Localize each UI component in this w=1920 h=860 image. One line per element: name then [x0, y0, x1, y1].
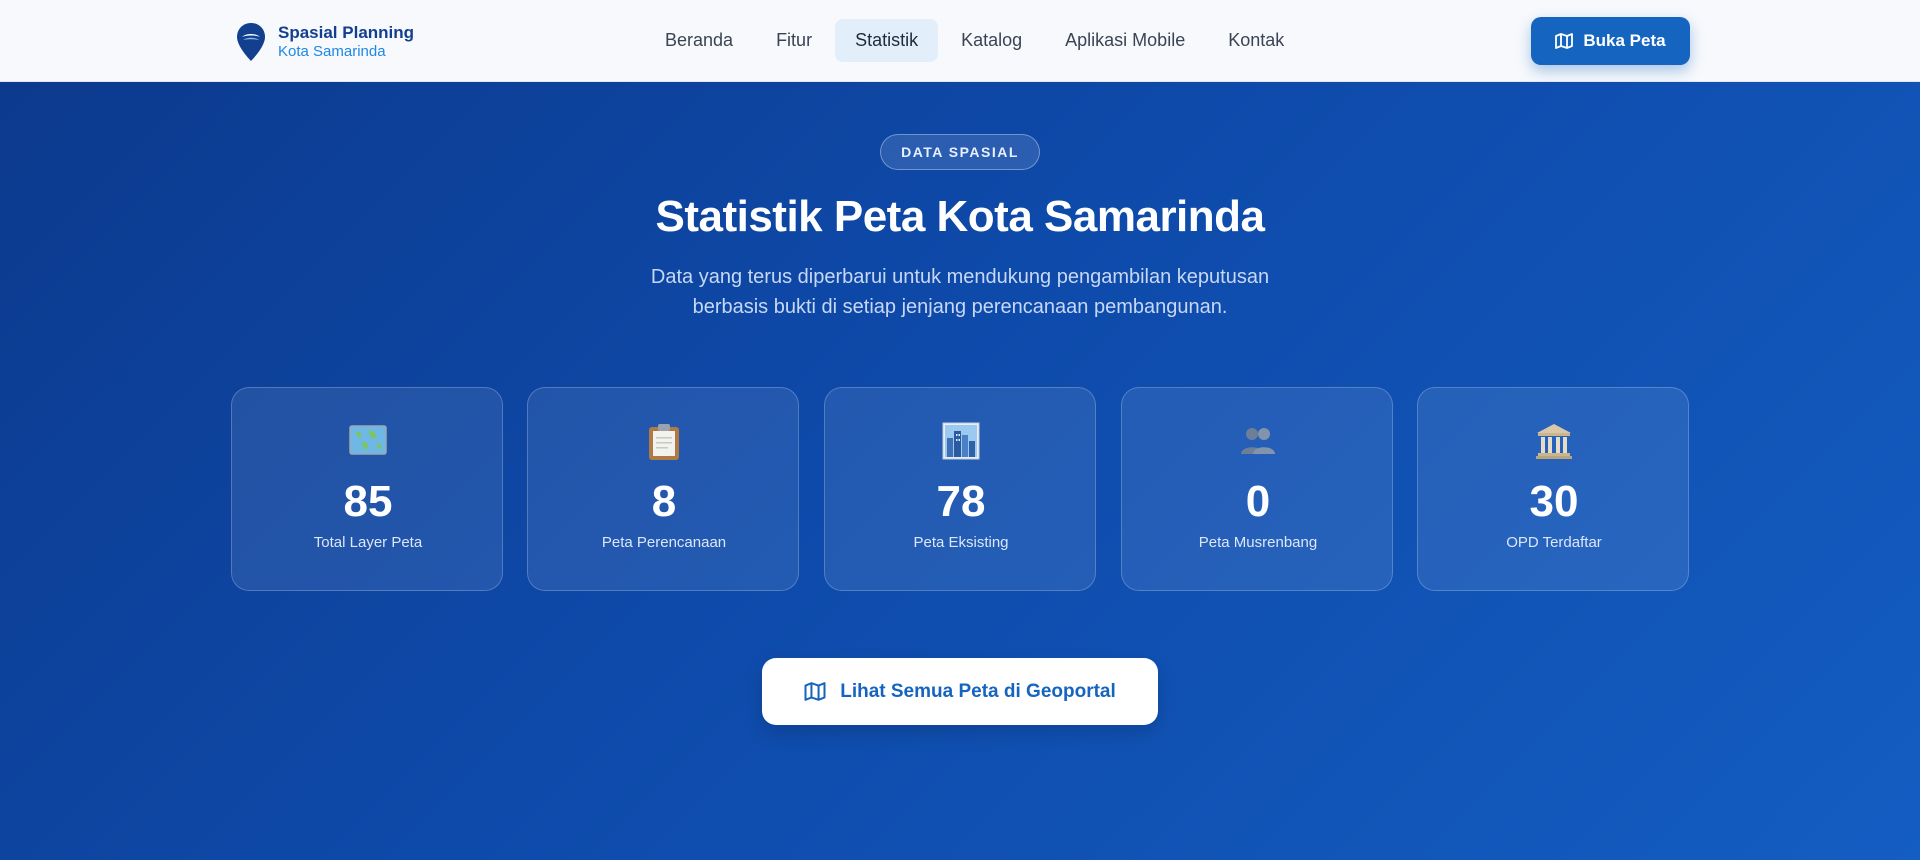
nav-item-beranda[interactable]: Beranda — [645, 19, 753, 62]
geoportal-button-label: Lihat Semua Peta di Geoportal — [840, 680, 1116, 702]
stat-label: Peta Eksisting — [913, 534, 1009, 551]
nav-item-katalog[interactable]: Katalog — [941, 19, 1042, 62]
nav-item-fitur[interactable]: Fitur — [756, 19, 832, 62]
description-line-2: berbasis bukti di setiap jenjang perenca… — [692, 296, 1228, 318]
government-building-icon — [1536, 424, 1572, 459]
world-map-icon — [349, 425, 387, 455]
cityscape-icon — [942, 422, 980, 460]
nav-item-kontak[interactable]: Kontak — [1208, 19, 1304, 62]
stat-label: Peta Perencanaan — [601, 534, 727, 551]
stat-value: 0 — [1245, 477, 1271, 526]
stat-card-peta-musrenbang: 0 Peta Musrenbang — [1121, 387, 1393, 591]
nav-item-statistik[interactable]: Statistik — [835, 19, 939, 62]
map-pin-logo-icon — [237, 23, 265, 61]
statistics-section: DATA SPASIAL Statistik Peta Kota Samarin… — [0, 82, 1920, 860]
stat-value: 30 — [1529, 477, 1579, 526]
map-icon — [1555, 33, 1574, 49]
stat-card-peta-perencanaan: 8 Peta Perencanaan — [527, 387, 799, 591]
top-navbar: Spasial Planning Kota Samarinda Beranda … — [0, 0, 1920, 82]
stat-value: 8 — [651, 477, 677, 526]
stat-value: 85 — [343, 477, 393, 526]
stat-card-opd-terdaftar: 30 OPD Terdaftar — [1417, 387, 1689, 591]
stat-value: 78 — [936, 477, 986, 526]
section-description: Data yang terus diperbarui untuk menduku… — [610, 262, 1310, 322]
main-nav: Beranda Fitur Statistik Katalog Aplikasi… — [645, 19, 1307, 62]
view-all-maps-geoportal-button[interactable]: Lihat Semua Peta di Geoportal — [762, 658, 1158, 725]
description-line-1: Data yang terus diperbarui untuk menduku… — [650, 266, 1270, 288]
stat-label: OPD Terdaftar — [1506, 534, 1602, 551]
nav-item-aplikasi-mobile[interactable]: Aplikasi Mobile — [1045, 19, 1205, 62]
brand-title: Spasial Planning — [278, 23, 415, 42]
section-title: Statistik Peta Kota Samarinda — [655, 192, 1265, 241]
brand-subtitle: Kota Samarinda — [278, 43, 386, 60]
clipboard-icon — [649, 424, 679, 460]
brand-logo[interactable]: Spasial Planning Kota Samarinda — [236, 20, 414, 64]
open-map-button[interactable]: Buka Peta — [1531, 17, 1690, 65]
stat-card-peta-eksisting: 78 Peta Eksisting — [824, 387, 1096, 591]
stat-label: Total Layer Peta — [313, 534, 423, 551]
stat-card-total-layer: 85 Total Layer Peta — [231, 387, 503, 591]
people-icon — [1241, 428, 1275, 454]
stats-grid: 85 Total Layer Peta 8 Peta Perencanaan 7… — [231, 387, 1689, 591]
map-icon — [804, 682, 826, 701]
section-badge: DATA SPASIAL — [880, 134, 1040, 170]
open-map-label: Buka Peta — [1583, 31, 1666, 50]
stat-label: Peta Musrenbang — [1198, 534, 1318, 551]
